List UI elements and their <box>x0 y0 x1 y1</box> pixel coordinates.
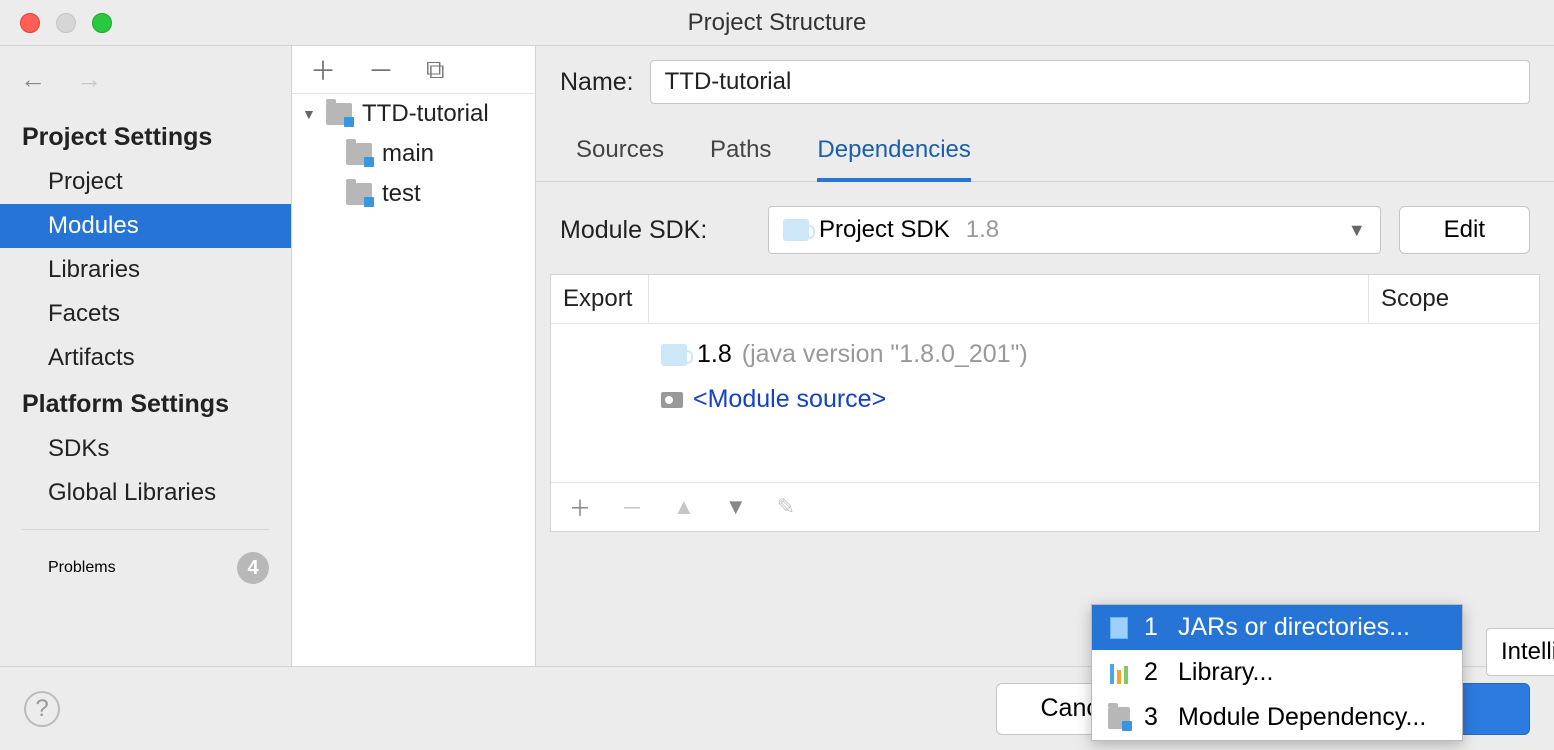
tab-paths[interactable]: Paths <box>710 126 771 181</box>
sidebar-item-sdks[interactable]: SDKs <box>0 427 291 471</box>
sdk-name: Project SDK <box>819 216 950 244</box>
copy-icon[interactable]: ⧉ <box>426 54 445 86</box>
move-up-icon: ▲ <box>673 494 695 520</box>
popup-num: 1 <box>1144 613 1164 642</box>
module-tabs: Sources Paths Dependencies <box>536 118 1554 182</box>
popup-label: Module Dependency... <box>1178 703 1426 732</box>
tree-node-main[interactable]: main <box>292 134 535 174</box>
storage-format-select[interactable]: IntelliJ IDEA (.iml) ▼ <box>1486 628 1554 676</box>
java-icon <box>783 219 809 241</box>
chevron-down-icon: ▼ <box>1348 220 1366 241</box>
tree-child-label: test <box>382 180 421 208</box>
dependencies-table: Export Scope 1.8 (java version "1.8.0_20… <box>550 274 1540 532</box>
dep-name: 1.8 <box>697 340 732 369</box>
col-export: Export <box>551 275 649 323</box>
java-icon <box>661 344 687 366</box>
window-title: Project Structure <box>0 9 1554 37</box>
sidebar-item-artifacts[interactable]: Artifacts <box>0 336 291 380</box>
storage-value: IntelliJ IDEA (.iml) <box>1501 638 1554 666</box>
tree-node-test[interactable]: test <box>292 174 535 214</box>
tree-root-label: TTD-tutorial <box>362 100 489 128</box>
popup-label: Library... <box>1178 658 1273 687</box>
popup-num: 2 <box>1144 658 1164 687</box>
popup-num: 3 <box>1144 703 1164 732</box>
remove-icon[interactable]: － <box>368 51 394 88</box>
minimize-icon <box>56 13 76 33</box>
forward-icon: → <box>76 64 102 95</box>
name-label: Name: <box>560 68 634 97</box>
close-icon[interactable] <box>20 13 40 33</box>
source-icon <box>661 392 683 408</box>
tree-node-root[interactable]: ▼ TTD-tutorial <box>292 94 535 134</box>
sidebar: ← → Project Settings Project Modules Lib… <box>0 46 292 666</box>
module-folder-icon <box>326 103 352 125</box>
move-down-icon[interactable]: ▼ <box>725 494 747 520</box>
dep-name: <Module source> <box>693 385 886 414</box>
remove-dependency-icon: － <box>621 491 643 523</box>
name-input[interactable] <box>650 60 1530 104</box>
sidebar-item-problems[interactable]: Problems 4 <box>0 544 291 592</box>
add-dependency-popup: 1 JARs or directories... 2 Library... 3 … <box>1091 604 1463 741</box>
disclosure-icon[interactable]: ▼ <box>302 106 316 122</box>
col-scope: Scope <box>1369 275 1539 323</box>
dependency-row-module-source[interactable]: <Module source> <box>551 377 1539 422</box>
col-name <box>649 275 1369 323</box>
titlebar: Project Structure <box>0 0 1554 46</box>
zoom-icon[interactable] <box>92 13 112 33</box>
detail-panel: Name: Sources Paths Dependencies Module … <box>536 46 1554 666</box>
popup-item-module-dependency[interactable]: 3 Module Dependency... <box>1092 695 1462 740</box>
dependency-row-sdk[interactable]: 1.8 (java version "1.8.0_201") <box>551 332 1539 377</box>
sidebar-item-libraries[interactable]: Libraries <box>0 248 291 292</box>
sidebar-item-global-libraries[interactable]: Global Libraries <box>0 471 291 515</box>
library-icon <box>1108 662 1130 684</box>
module-folder-icon <box>1108 707 1130 729</box>
add-dependency-icon[interactable]: ＋ <box>569 491 591 523</box>
section-platform-settings: Platform Settings <box>0 380 291 427</box>
sidebar-item-modules[interactable]: Modules <box>0 204 291 248</box>
tree-child-label: main <box>382 140 434 168</box>
edit-dependency-icon: ✎ <box>777 494 795 520</box>
sidebar-item-project[interactable]: Project <box>0 160 291 204</box>
help-icon[interactable]: ? <box>24 691 60 727</box>
divider <box>22 529 269 530</box>
popup-item-jars[interactable]: 1 JARs or directories... <box>1092 605 1462 650</box>
add-icon[interactable]: ＋ <box>310 51 336 88</box>
archive-icon <box>1108 617 1130 639</box>
window-controls <box>0 13 112 33</box>
module-folder-icon <box>346 143 372 165</box>
back-icon[interactable]: ← <box>20 64 46 95</box>
module-sdk-label: Module SDK: <box>560 216 750 245</box>
sidebar-item-facets[interactable]: Facets <box>0 292 291 336</box>
section-project-settings: Project Settings <box>0 113 291 160</box>
popup-item-library[interactable]: 2 Library... <box>1092 650 1462 695</box>
problems-badge: 4 <box>237 552 269 584</box>
problems-label: Problems <box>48 559 116 577</box>
sdk-version: 1.8 <box>966 216 999 244</box>
tab-sources[interactable]: Sources <box>576 126 664 181</box>
module-tree: ＋ － ⧉ ▼ TTD-tutorial main test <box>292 46 536 666</box>
edit-sdk-button[interactable]: Edit <box>1399 206 1530 254</box>
popup-label: JARs or directories... <box>1178 613 1410 642</box>
module-folder-icon <box>346 183 372 205</box>
dep-detail: (java version "1.8.0_201") <box>742 340 1028 369</box>
module-sdk-select[interactable]: Project SDK 1.8 ▼ <box>768 206 1381 254</box>
tab-dependencies[interactable]: Dependencies <box>817 126 970 182</box>
